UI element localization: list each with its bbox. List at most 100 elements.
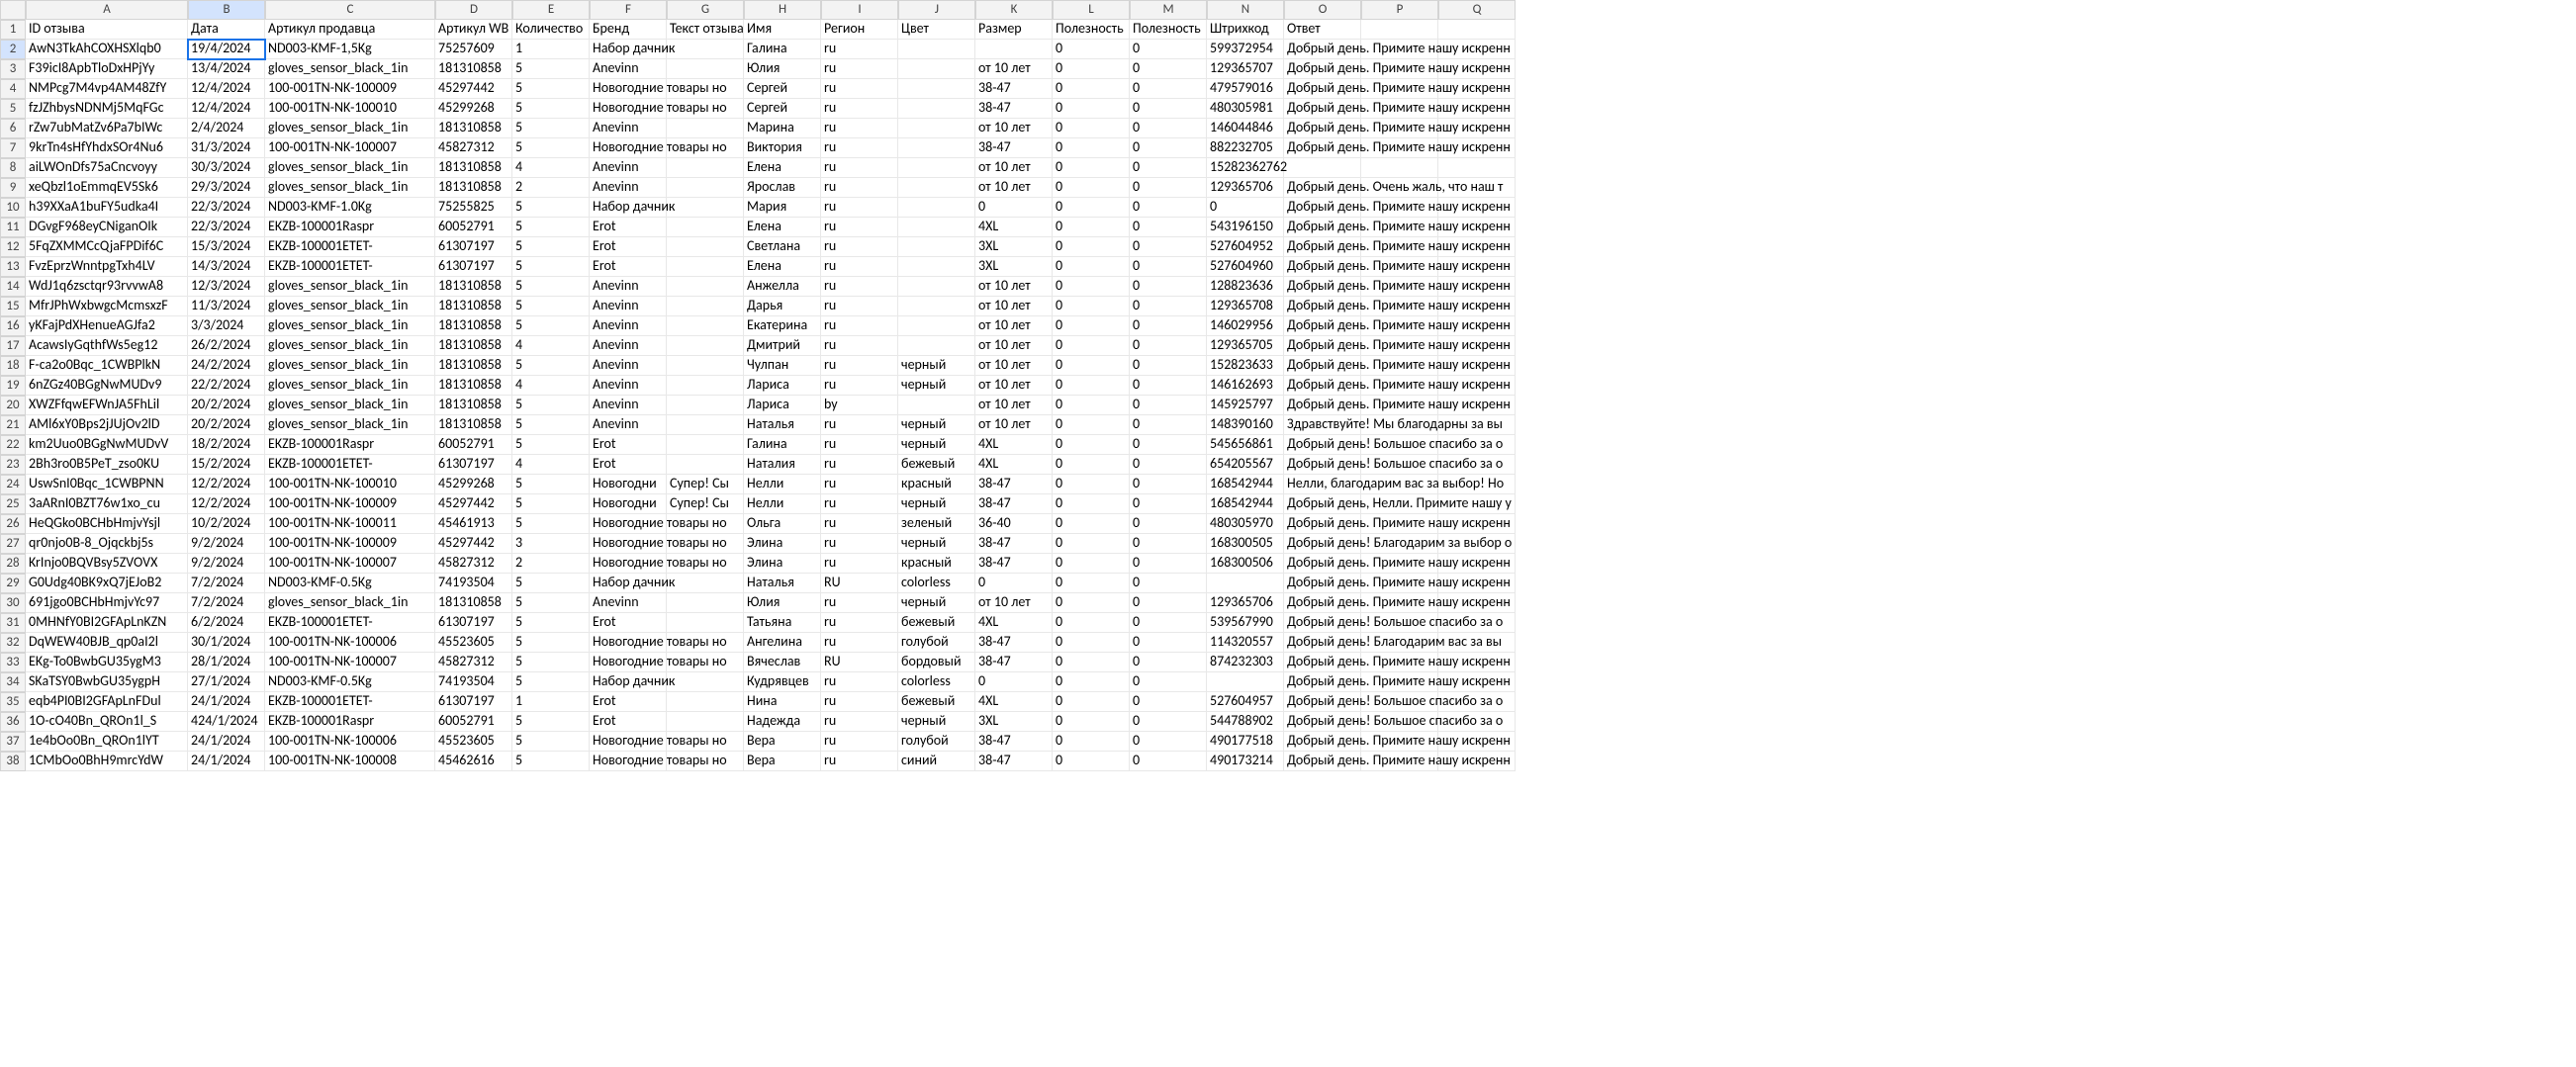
cell-N5[interactable]: 480305981 bbox=[1207, 99, 1284, 119]
cell-O25[interactable]: Добрый день, Нелли. Примите нашу у bbox=[1284, 494, 1361, 514]
cell-J8[interactable] bbox=[898, 158, 975, 178]
cell-D4[interactable]: 45297442 bbox=[435, 79, 512, 99]
cell-E8[interactable]: 4 bbox=[512, 158, 590, 178]
cell-M20[interactable]: 0 bbox=[1130, 396, 1207, 415]
cell-M9[interactable]: 0 bbox=[1130, 178, 1207, 198]
cell-J12[interactable] bbox=[898, 237, 975, 257]
row-header-36[interactable]: 36 bbox=[0, 712, 26, 732]
cell-K6[interactable]: от 10 лет bbox=[975, 119, 1053, 138]
cell-E9[interactable]: 2 bbox=[512, 178, 590, 198]
cell-E11[interactable]: 5 bbox=[512, 218, 590, 237]
cell-C21[interactable]: gloves_sensor_black_1in bbox=[265, 415, 435, 435]
cell-O11[interactable]: Добрый день. Примите нашу искренн bbox=[1284, 218, 1361, 237]
cell-F19[interactable]: Anevinn bbox=[590, 376, 667, 396]
cell-K8[interactable]: от 10 лет bbox=[975, 158, 1053, 178]
cell-F21[interactable]: Anevinn bbox=[590, 415, 667, 435]
cell-L34[interactable]: 0 bbox=[1053, 672, 1130, 692]
cell-O8[interactable] bbox=[1284, 158, 1361, 178]
cell-L29[interactable]: 0 bbox=[1053, 574, 1130, 593]
cell-A35[interactable]: eqb4PI0BI2GFApLnFDul bbox=[26, 692, 188, 712]
cell-E24[interactable]: 5 bbox=[512, 475, 590, 494]
cell-E26[interactable]: 5 bbox=[512, 514, 590, 534]
cell-L4[interactable]: 0 bbox=[1053, 79, 1130, 99]
cell-M35[interactable]: 0 bbox=[1130, 692, 1207, 712]
cell-E28[interactable]: 2 bbox=[512, 554, 590, 574]
cell-I33[interactable]: RU bbox=[821, 653, 898, 672]
cell-I3[interactable]: ru bbox=[821, 59, 898, 79]
cell-N38[interactable]: 490173214 bbox=[1207, 752, 1284, 771]
cell-H34[interactable]: Кудрявцев bbox=[744, 672, 821, 692]
cell-A7[interactable]: 9krTn4sHfYhdxSOr4Nu6 bbox=[26, 138, 188, 158]
cell-B10[interactable]: 22/3/2024 bbox=[188, 198, 265, 218]
cell-C2[interactable]: ND003-KMF-1,5Kg bbox=[265, 40, 435, 59]
cell-M15[interactable]: 0 bbox=[1130, 297, 1207, 316]
cell-M29[interactable]: 0 bbox=[1130, 574, 1207, 593]
row-header-37[interactable]: 37 bbox=[0, 732, 26, 752]
cell-D17[interactable]: 181310858 bbox=[435, 336, 512, 356]
cell-L6[interactable]: 0 bbox=[1053, 119, 1130, 138]
row-header-22[interactable]: 22 bbox=[0, 435, 26, 455]
header-cell[interactable]: Имя bbox=[744, 20, 821, 40]
cell-A12[interactable]: 5FqZXMMCcQjaFPDif6C bbox=[26, 237, 188, 257]
cell-F11[interactable]: Erot bbox=[590, 218, 667, 237]
cell-A22[interactable]: km2Uuo0BGgNwMUDvV bbox=[26, 435, 188, 455]
cell-J4[interactable] bbox=[898, 79, 975, 99]
cell-B33[interactable]: 28/1/2024 bbox=[188, 653, 265, 672]
cell-I28[interactable]: ru bbox=[821, 554, 898, 574]
header-cell[interactable]: Количество bbox=[512, 20, 590, 40]
cell-G16[interactable] bbox=[667, 316, 744, 336]
cell-I23[interactable]: ru bbox=[821, 455, 898, 475]
cell-I31[interactable]: ru bbox=[821, 613, 898, 633]
cell-I17[interactable]: ru bbox=[821, 336, 898, 356]
cell-G23[interactable] bbox=[667, 455, 744, 475]
header-cell[interactable]: Полезность bbox=[1053, 20, 1130, 40]
cell-C38[interactable]: 100-001TN-NK-100008 bbox=[265, 752, 435, 771]
cell-H28[interactable]: Элина bbox=[744, 554, 821, 574]
header-cell[interactable]: Артикул продавца bbox=[265, 20, 435, 40]
header-cell[interactable]: Ответ bbox=[1284, 20, 1361, 40]
cell-A27[interactable]: qr0njo0B-8_Ojqckbj5s bbox=[26, 534, 188, 554]
select-all-corner[interactable] bbox=[0, 0, 26, 20]
col-header-J[interactable]: J bbox=[898, 0, 975, 20]
cell-J23[interactable]: бежевый bbox=[898, 455, 975, 475]
cell-A4[interactable]: NMPcg7M4vp4AM48ZfY bbox=[26, 79, 188, 99]
cell-B34[interactable]: 27/1/2024 bbox=[188, 672, 265, 692]
cell-B8[interactable]: 30/3/2024 bbox=[188, 158, 265, 178]
cell-N15[interactable]: 129365708 bbox=[1207, 297, 1284, 316]
cell-B37[interactable]: 24/1/2024 bbox=[188, 732, 265, 752]
cell-H24[interactable]: Нелли bbox=[744, 475, 821, 494]
row-header-29[interactable]: 29 bbox=[0, 574, 26, 593]
cell-K25[interactable]: 38-47 bbox=[975, 494, 1053, 514]
cell-L11[interactable]: 0 bbox=[1053, 218, 1130, 237]
cell-I35[interactable]: ru bbox=[821, 692, 898, 712]
cell-H36[interactable]: Надежда bbox=[744, 712, 821, 732]
cell-G24[interactable]: Супер! Сы bbox=[667, 475, 744, 494]
cell-C11[interactable]: EKZB-100001Raspr bbox=[265, 218, 435, 237]
cell-E7[interactable]: 5 bbox=[512, 138, 590, 158]
cell-D3[interactable]: 181310858 bbox=[435, 59, 512, 79]
cell-B31[interactable]: 6/2/2024 bbox=[188, 613, 265, 633]
cell-A33[interactable]: EKg-To0BwbGU35ygM3 bbox=[26, 653, 188, 672]
row-header-9[interactable]: 9 bbox=[0, 178, 26, 198]
row-header-19[interactable]: 19 bbox=[0, 376, 26, 396]
cell-B4[interactable]: 12/4/2024 bbox=[188, 79, 265, 99]
cell-A18[interactable]: F-ca2o0Bqc_1CWBPlkN bbox=[26, 356, 188, 376]
cell-H16[interactable]: Екатерина bbox=[744, 316, 821, 336]
cell-M38[interactable]: 0 bbox=[1130, 752, 1207, 771]
cell-N6[interactable]: 146044846 bbox=[1207, 119, 1284, 138]
cell-M30[interactable]: 0 bbox=[1130, 593, 1207, 613]
cell-K4[interactable]: 38-47 bbox=[975, 79, 1053, 99]
cell-E18[interactable]: 5 bbox=[512, 356, 590, 376]
cell-M21[interactable]: 0 bbox=[1130, 415, 1207, 435]
cell-A28[interactable]: KrInjo0BQVBsy5ZVOVX bbox=[26, 554, 188, 574]
cell-K19[interactable]: от 10 лет bbox=[975, 376, 1053, 396]
col-header-O[interactable]: O bbox=[1284, 0, 1361, 20]
cell-M11[interactable]: 0 bbox=[1130, 218, 1207, 237]
cell-M27[interactable]: 0 bbox=[1130, 534, 1207, 554]
row-header-24[interactable]: 24 bbox=[0, 475, 26, 494]
cell-O19[interactable]: Добрый день. Примите нашу искренн bbox=[1284, 376, 1361, 396]
cell-O34[interactable]: Добрый день. Примите нашу искренн bbox=[1284, 672, 1361, 692]
cell-O14[interactable]: Добрый день. Примите нашу искренн bbox=[1284, 277, 1361, 297]
cell-K12[interactable]: 3XL bbox=[975, 237, 1053, 257]
row-header-30[interactable]: 30 bbox=[0, 593, 26, 613]
